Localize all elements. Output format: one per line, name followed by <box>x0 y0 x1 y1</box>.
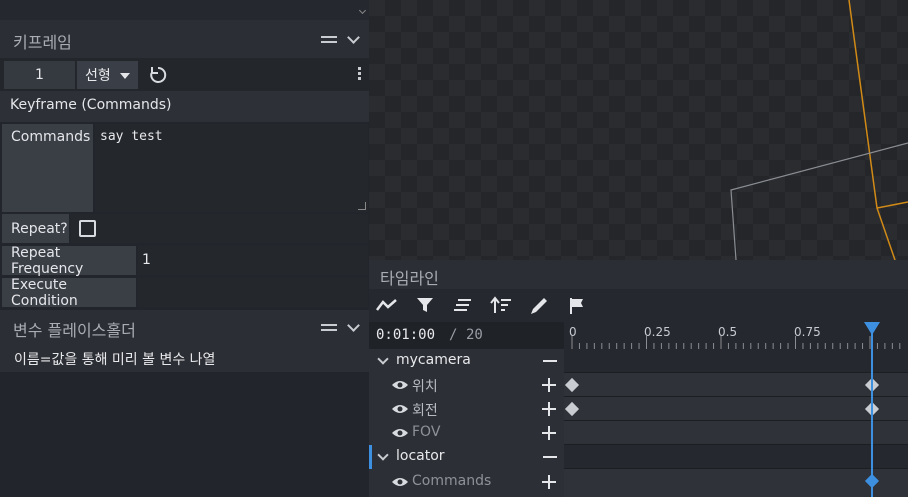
variable-panel-title: 변수 플레이스홀더 <box>13 321 136 340</box>
track-lane[interactable] <box>564 469 908 497</box>
repeat-label: Repeat? <box>2 214 69 243</box>
keyframe-diamond[interactable] <box>564 401 580 417</box>
keyframe-section-header: Keyframe (Commands) <box>0 91 369 122</box>
chevron-down-icon[interactable] <box>377 353 389 365</box>
keyframe-panel-header: 키프레임 <box>0 20 369 58</box>
panel-title: 키프레임 <box>13 33 72 52</box>
track-row-commands[interactable]: Commands <box>369 469 908 497</box>
resize-grip-icon[interactable] <box>358 202 366 210</box>
track-row-fov[interactable]: FOV <box>369 421 908 445</box>
commands-label: Commands <box>2 124 93 212</box>
section-title: Keyframe (Commands) <box>10 97 172 113</box>
track-lane[interactable] <box>564 349 908 373</box>
timeline-header: 타임라인 <box>369 260 908 289</box>
track-row-rotation[interactable]: 회전 <box>369 397 908 421</box>
variable-description-row: 이름=값을 통해 미리 볼 변수 나열 <box>0 344 369 372</box>
top-strip <box>0 0 369 20</box>
filter-icon[interactable] <box>416 296 434 314</box>
add-keyframe-button[interactable] <box>542 402 556 416</box>
channel-name: 회전 <box>412 403 438 419</box>
track-lane[interactable] <box>564 397 908 421</box>
time-display: 0:01:00 / 20 <box>369 322 564 349</box>
eye-icon[interactable] <box>391 403 409 415</box>
total-frames: 20 <box>466 327 483 343</box>
repeat-field <box>71 214 368 243</box>
commands-textarea[interactable]: say test <box>95 124 368 212</box>
align-icon[interactable] <box>454 297 472 313</box>
repeat-frequency-input[interactable]: 1 <box>138 246 368 275</box>
eye-icon[interactable] <box>391 427 409 439</box>
interpolation-value: 선형 <box>85 68 111 84</box>
tick-label: 0.25 <box>644 325 671 339</box>
frame-row: 1 선형 <box>0 58 369 91</box>
collapse-button[interactable] <box>543 456 557 458</box>
frame-number-input[interactable]: 1 <box>4 61 75 89</box>
add-keyframe-button[interactable] <box>542 426 556 440</box>
tick-label: 0.75 <box>794 325 821 339</box>
graph-icon[interactable] <box>376 297 398 313</box>
timeline-toolbar <box>369 289 908 322</box>
execute-condition-label: Execute Condition <box>2 277 136 309</box>
pen-icon[interactable] <box>529 296 549 316</box>
scene-lines <box>730 0 908 260</box>
sort-icon[interactable] <box>490 296 512 314</box>
timeline-panel: 타임라인 0:01:00 / 20 0 0.25 0.5 0.75 mycame… <box>369 260 908 497</box>
repeat-checkbox[interactable] <box>79 220 96 237</box>
playhead-marker-icon[interactable] <box>864 322 880 336</box>
track-row-position[interactable]: 위치 <box>369 373 908 397</box>
drag-handle-icon[interactable] <box>321 322 337 332</box>
chevron-down-icon[interactable] <box>377 449 389 461</box>
track-lane[interactable] <box>564 445 908 469</box>
interpolation-select[interactable]: 선형 <box>77 61 138 89</box>
group-name: mycamera <box>396 352 471 368</box>
small-chevron-icon[interactable] <box>358 6 367 15</box>
viewport[interactable] <box>369 0 908 260</box>
drag-handle-icon[interactable] <box>321 34 337 44</box>
track-lane[interactable] <box>564 373 908 397</box>
track-group-mycamera[interactable]: mycamera <box>369 349 908 373</box>
time-separator: / <box>449 327 458 343</box>
tick-label: 0 <box>569 325 577 339</box>
chevron-down-icon[interactable] <box>347 319 360 332</box>
channel-name: 위치 <box>412 379 438 395</box>
flag-icon[interactable] <box>569 297 585 315</box>
track-lane[interactable] <box>564 421 908 445</box>
tick-label: 0.5 <box>718 325 738 339</box>
eye-icon[interactable] <box>391 379 409 391</box>
add-keyframe-button[interactable] <box>542 378 556 392</box>
reset-icon[interactable] <box>148 65 168 85</box>
add-keyframe-button[interactable] <box>542 475 556 489</box>
commands-value: say test <box>100 129 163 144</box>
caret-down-icon <box>120 73 130 79</box>
timeline-title: 타임라인 <box>380 269 439 288</box>
group-name: locator <box>396 448 445 464</box>
more-vertical-icon[interactable] <box>358 67 361 81</box>
collapse-button[interactable] <box>543 360 557 362</box>
variable-description: 이름=값을 통해 미리 볼 변수 나열 <box>14 352 216 368</box>
variable-panel-header: 변수 플레이스홀더 <box>0 310 369 344</box>
track-group-locator[interactable]: locator <box>369 445 908 497</box>
keyframe-diamond[interactable] <box>564 377 580 393</box>
playhead-line[interactable] <box>871 324 873 497</box>
channel-name: FOV <box>412 424 441 440</box>
eye-icon[interactable] <box>391 476 409 488</box>
chevron-down-icon[interactable] <box>347 31 360 44</box>
execute-condition-input[interactable] <box>138 278 368 307</box>
current-time: 0:01:00 <box>376 327 436 343</box>
left-panel: 키프레임 1 선형 Keyframe (Commands) Commands s… <box>0 0 369 497</box>
channel-name: Commands <box>412 473 492 489</box>
repeat-frequency-label: Repeat Frequency <box>2 245 136 277</box>
